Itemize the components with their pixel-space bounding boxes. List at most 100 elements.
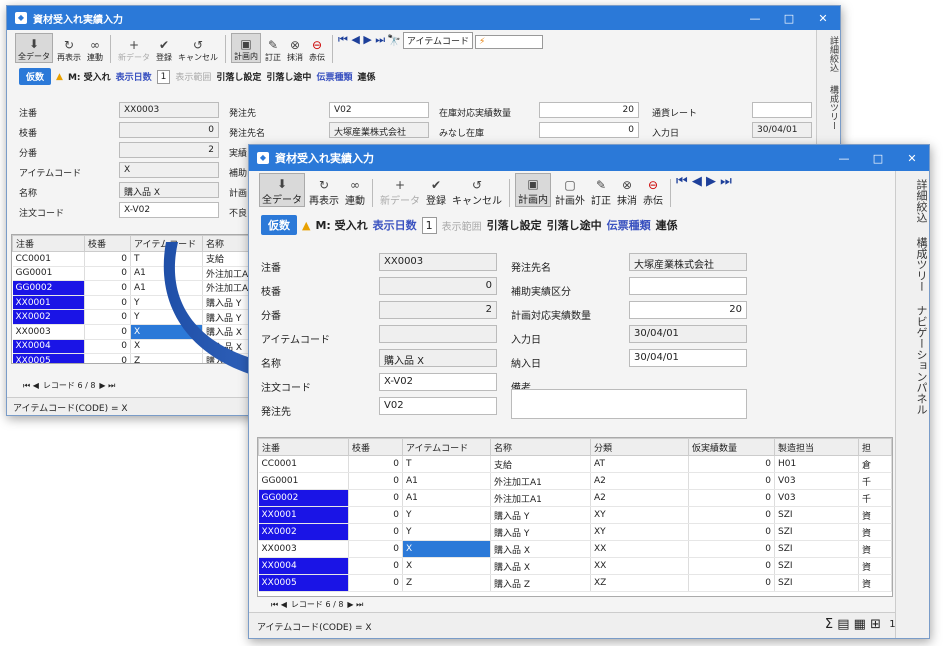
back-chuban-field[interactable]: XX0003 <box>119 102 219 118</box>
back-minashi-field[interactable]: 0 <box>539 122 639 138</box>
back-side-tab-tree[interactable]: 構成ツリー <box>828 85 838 130</box>
table-row[interactable]: XX0002 0 Y 購入品 Y XY 0 SZI 資 <box>258 523 892 541</box>
front-hikiotoshi2[interactable]: 引落し途中 <box>547 217 602 233</box>
table-row[interactable]: GG0002 0 A1 外注加工A1 A2 0 V03 千 <box>258 489 892 507</box>
table-cell[interactable]: 購入品 Y <box>490 506 591 524</box>
back-all-data-button[interactable]: ⬇ 全データ <box>15 33 53 63</box>
table-cell[interactable]: 千 <box>858 489 892 507</box>
binoculars-icon[interactable]: 🔭 <box>387 34 401 63</box>
back-search-input[interactable]: ⚡ <box>475 35 544 49</box>
back-range[interactable]: 表示範囲 <box>175 70 211 83</box>
back-edit-button[interactable]: ✎ 訂正 <box>263 33 283 63</box>
front-keikaku-field[interactable]: 20 <box>629 301 747 319</box>
back-renkei[interactable]: 連係 <box>357 70 375 83</box>
table-cell[interactable]: 0 <box>84 353 131 363</box>
front-order-field[interactable]: X-V02 <box>379 373 497 391</box>
table-cell[interactable]: XY <box>590 506 689 524</box>
back-plan-in-button[interactable]: ▣ 計画内 <box>231 33 261 63</box>
table-cell[interactable]: XX0002 <box>12 309 85 325</box>
front-all-data-button[interactable]: ⬇ 全データ <box>259 173 305 207</box>
table-cell[interactable]: 資 <box>858 506 892 524</box>
back-hacchu-field[interactable]: V02 <box>329 102 429 118</box>
table-cell[interactable]: 0 <box>688 455 775 473</box>
table-cell[interactable]: X <box>402 557 491 575</box>
table-cell[interactable]: 0 <box>688 489 775 507</box>
front-nonyu-field[interactable]: 30/04/01 <box>629 349 747 367</box>
table-cell[interactable]: 0 <box>348 574 403 592</box>
back-denpyo[interactable]: 伝票種類 <box>316 70 352 83</box>
table-cell[interactable]: 0 <box>688 506 775 524</box>
table-cell[interactable]: 0 <box>84 309 131 325</box>
front-delete-button[interactable]: ⊗ 抹消 <box>615 173 639 208</box>
sigma-icon[interactable]: Σ ▤ ▦ ⊞ <box>825 617 881 632</box>
table-cell[interactable]: 0 <box>348 557 403 575</box>
table-cell[interactable]: XX <box>590 557 689 575</box>
front-edaban-field[interactable]: 0 <box>379 277 497 295</box>
front-col-seizo[interactable]: 製造担当 <box>774 438 859 456</box>
front-hacchumei-field[interactable]: 大塚産業株式会社 <box>629 253 747 271</box>
front-hacchu-field[interactable]: V02 <box>379 397 497 415</box>
table-cell[interactable]: H01 <box>774 455 859 473</box>
back-zaiko-field[interactable]: 20 <box>539 102 639 118</box>
back-bunban-field[interactable]: 2 <box>119 142 219 158</box>
front-plan-in-button[interactable]: ▣ 計画内 <box>515 173 551 207</box>
back-item-field[interactable]: X <box>119 162 219 178</box>
table-cell[interactable]: V03 <box>774 472 859 490</box>
table-row[interactable]: XX0005 0 Z 購入品 Z XZ 0 SZI 資 <box>258 574 892 592</box>
table-cell[interactable]: T <box>402 455 491 473</box>
table-cell[interactable]: GG0002 <box>12 280 85 296</box>
table-cell[interactable]: SZI <box>774 506 859 524</box>
front-side-tab-tree[interactable]: 構成ツリー <box>915 237 928 292</box>
table-cell[interactable]: 0 <box>84 251 131 267</box>
front-col-name[interactable]: 名称 <box>490 438 591 456</box>
table-cell[interactable]: 0 <box>84 339 131 355</box>
close-button[interactable]: ✕ <box>895 145 929 171</box>
table-cell[interactable]: 0 <box>348 506 403 524</box>
front-item-field[interactable] <box>379 325 497 343</box>
table-cell[interactable]: 0 <box>688 574 775 592</box>
table-cell[interactable]: 外注加工A1 <box>490 489 591 507</box>
table-cell[interactable]: A2 <box>590 489 689 507</box>
table-row[interactable]: XX0001 0 Y 購入品 Y XY 0 SZI 資 <box>258 506 892 524</box>
front-col-qty[interactable]: 仮実績数量 <box>688 438 775 456</box>
back-nyuka-field[interactable]: 30/04/01 <box>752 122 812 138</box>
back-show-days[interactable]: 表示日数 <box>116 70 152 83</box>
front-red-button[interactable]: ⊖ 赤伝 <box>641 173 665 208</box>
table-cell[interactable]: Y <box>402 523 491 541</box>
back-rate-field[interactable] <box>752 102 812 118</box>
front-biko-field[interactable] <box>511 389 747 419</box>
front-mode-select[interactable]: M: 受入れ <box>315 217 367 233</box>
table-cell[interactable]: 0 <box>688 557 775 575</box>
table-cell[interactable]: XX0005 <box>12 353 85 363</box>
back-itemcode-combo[interactable]: アイテムコード <box>402 32 474 49</box>
table-cell[interactable]: CC0001 <box>12 251 85 267</box>
table-cell[interactable]: 資 <box>858 557 892 575</box>
front-save-button[interactable]: ✔ 登録 <box>424 173 448 208</box>
back-red-button[interactable]: ⊖ 赤伝 <box>307 33 327 63</box>
front-col-bunrui[interactable]: 分類 <box>590 438 689 456</box>
front-name-field[interactable]: 購入品 X <box>379 349 497 367</box>
table-row[interactable]: GG0001 0 A1 外注加工A1 A2 0 V03 千 <box>258 472 892 490</box>
table-cell[interactable]: SZI <box>774 540 859 558</box>
back-record-nav[interactable]: ⏮ ◀ レコード 6 / 8 ▶ ⏭ <box>23 380 115 391</box>
back-new-button[interactable]: + 新データ <box>116 33 152 63</box>
table-cell[interactable]: XX0003 <box>258 540 349 558</box>
back-hikiotoshi2[interactable]: 引落し途中 <box>266 70 311 83</box>
table-cell[interactable]: 支給 <box>490 455 591 473</box>
front-new-button[interactable]: + 新データ <box>378 173 422 208</box>
front-renkei[interactable]: 連係 <box>656 217 678 233</box>
table-cell[interactable]: 0 <box>84 324 131 340</box>
table-cell[interactable]: 外注加工A1 <box>490 472 591 490</box>
back-delete-button[interactable]: ⊗ 抹消 <box>285 33 305 63</box>
front-chuban-field[interactable]: XX0003 <box>379 253 497 271</box>
table-cell[interactable]: 0 <box>84 266 131 282</box>
back-days-spin[interactable]: 1 <box>156 69 171 84</box>
table-cell[interactable]: 0 <box>348 455 403 473</box>
back-name-field[interactable]: 購入品 X <box>119 182 219 198</box>
back-col-edaban[interactable]: 枝番 <box>84 235 131 252</box>
table-cell[interactable]: 購入品 Y <box>490 523 591 541</box>
minimize-button[interactable]: — <box>827 145 861 171</box>
front-show-days[interactable]: 表示日数 <box>373 217 417 233</box>
table-cell[interactable]: 0 <box>688 523 775 541</box>
table-cell[interactable]: 資 <box>858 540 892 558</box>
